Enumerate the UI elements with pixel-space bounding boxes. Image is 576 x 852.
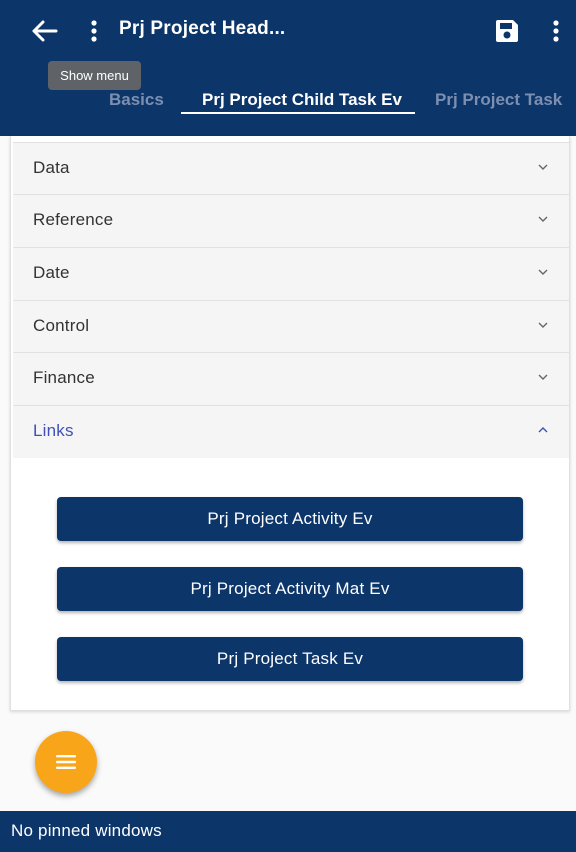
section-finance[interactable]: Finance <box>13 352 569 405</box>
section-label: Data <box>33 158 70 177</box>
prj-project-activity-mat-ev-button[interactable]: Prj Project Activity Mat Ev <box>57 567 523 611</box>
vertical-dots-icon[interactable] <box>543 14 569 48</box>
section-label: Reference <box>33 210 114 229</box>
show-menu-tooltip: Show menu <box>48 61 141 90</box>
section-label: Finance <box>33 368 95 387</box>
tab-bar: Basics Prj Project Child Task Ev Prj Pro… <box>0 86 576 116</box>
chevron-down-icon <box>535 211 551 227</box>
pinned-windows-text: No pinned windows <box>11 821 162 840</box>
tab-prj-project-child-task-ev[interactable]: Prj Project Child Task Ev <box>202 90 402 110</box>
back-arrow-icon[interactable] <box>28 14 62 48</box>
chevron-up-icon <box>535 422 551 438</box>
detail-panel: Data Reference Date Control Finance Link… <box>10 136 570 711</box>
section-links[interactable]: Links <box>13 405 569 458</box>
active-tab-indicator <box>181 112 415 114</box>
fab-menu-button[interactable] <box>35 731 97 793</box>
tab-prj-project-task[interactable]: Prj Project Task <box>435 90 562 110</box>
chevron-down-icon <box>535 317 551 333</box>
save-icon[interactable] <box>490 14 524 48</box>
section-date[interactable]: Date <box>13 247 569 300</box>
chevron-down-icon <box>535 264 551 280</box>
links-content: Prj Project Activity Ev Prj Project Acti… <box>11 459 569 710</box>
section-label: Control <box>33 316 90 335</box>
tab-basics[interactable]: Basics <box>109 90 164 110</box>
vertical-dots-icon[interactable] <box>80 14 108 48</box>
hamburger-menu-icon <box>56 755 76 769</box>
pinned-windows-bar[interactable]: No pinned windows <box>0 811 576 852</box>
section-control[interactable]: Control <box>13 300 569 353</box>
prj-project-task-ev-button[interactable]: Prj Project Task Ev <box>57 637 523 681</box>
chevron-down-icon <box>535 369 551 385</box>
section-label: Date <box>33 263 70 282</box>
section-data[interactable]: Data <box>13 142 569 195</box>
prj-project-activity-ev-button[interactable]: Prj Project Activity Ev <box>57 497 523 541</box>
section-reference[interactable]: Reference <box>13 194 569 247</box>
page-title: Prj Project Head... <box>119 18 286 39</box>
chevron-down-icon <box>535 159 551 175</box>
section-label: Links <box>33 421 74 440</box>
app-bar: Prj Project Head... Basics Prj Project C… <box>0 0 576 136</box>
